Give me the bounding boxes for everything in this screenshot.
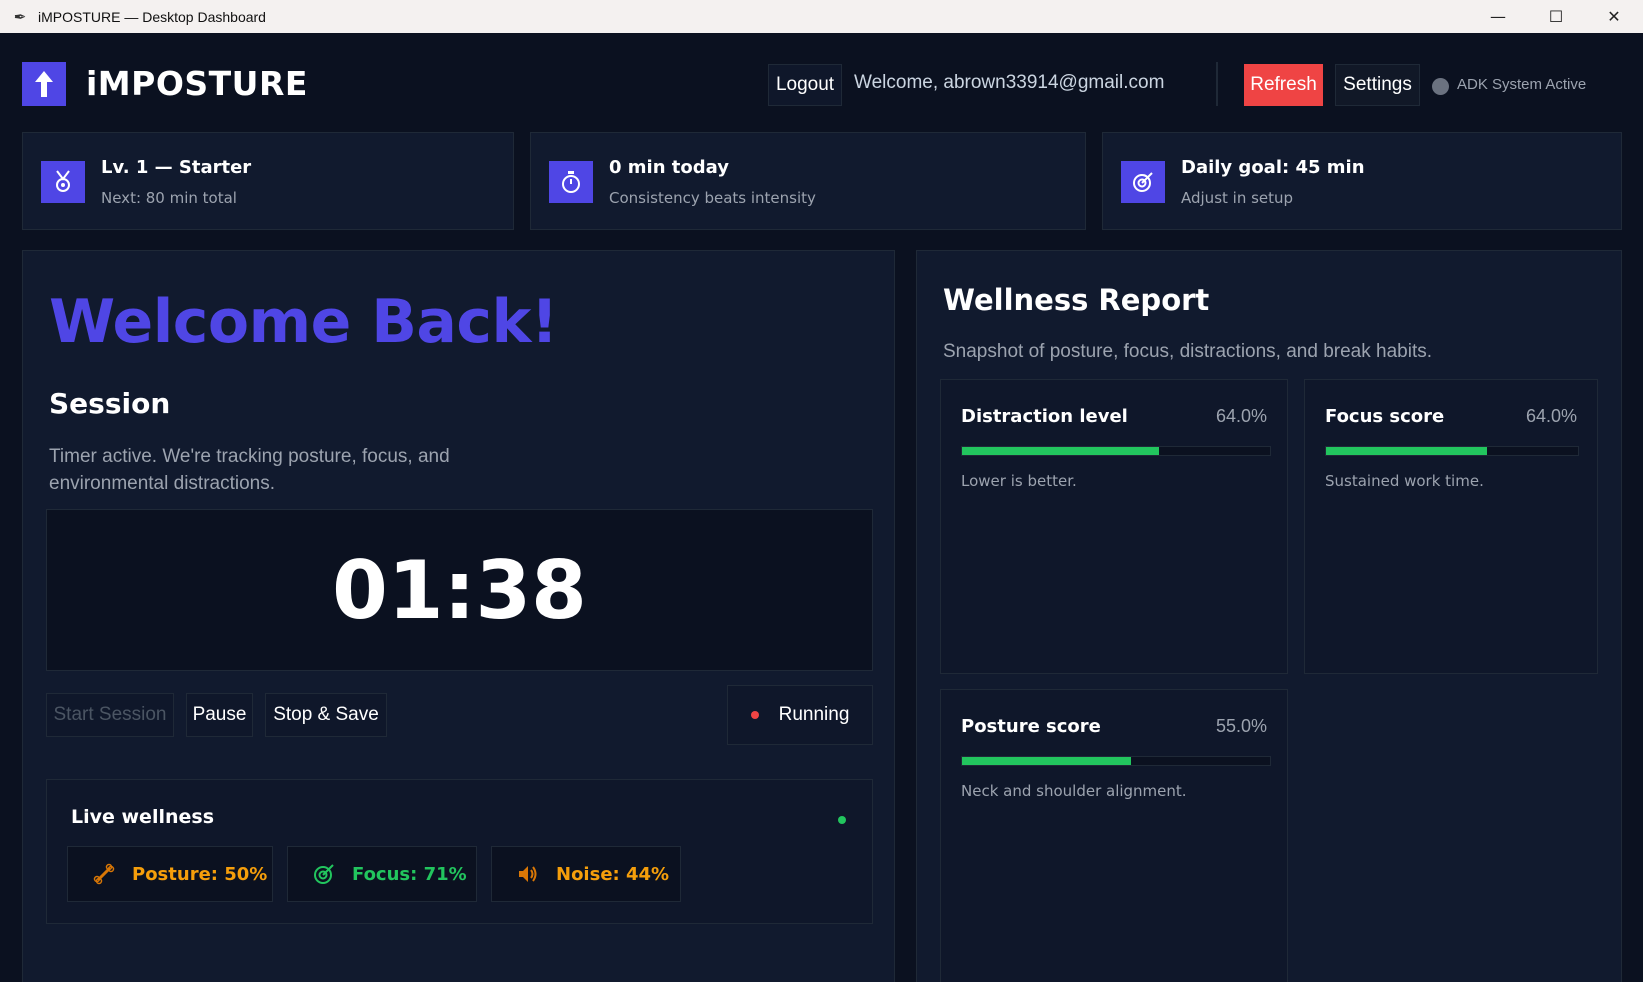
app-logo-text: iMPOSTURE [86,64,308,103]
metric-progress-fill [1326,447,1488,455]
wellness-report-subtitle: Snapshot of posture, focus, distractions… [943,341,1433,362]
stat-subtitle: Next: 80 min total [101,189,237,207]
logout-button[interactable]: Logout [768,64,842,106]
metric-value: 64.0% [1215,406,1267,426]
window-controls: — ☐ ✕ [1469,0,1643,33]
noise-value: Noise: 44% [556,863,670,885]
metric-note: Neck and shoulder alignment. [961,782,1187,800]
stat-card-level: Lv. 1 — Starter Next: 80 min total [22,132,514,230]
metric-progress-fill [962,447,1160,455]
metric-card-posture: Posture score 55.0% Neck and shoulder al… [940,689,1288,982]
session-status-text: Running [778,704,850,725]
window-title: iMPOSTURE — Desktop Dashboard [38,8,266,25]
adk-status-indicator [1432,78,1449,95]
metric-name: Focus score [1325,406,1445,427]
metric-progress-fill [962,757,1132,765]
stat-title: Daily goal: 45 min [1181,157,1365,178]
welcome-user-text: Welcome, abrown33914@gmail.com [854,72,1165,93]
wellness-report-title: Wellness Report [943,283,1210,317]
session-timer: 01:38 [332,543,587,637]
stat-card-goal: Daily goal: 45 min Adjust in setup [1102,132,1622,230]
session-title: Session [49,387,171,420]
metric-note: Lower is better. [961,472,1077,490]
adk-status-text: ADK System Active [1457,76,1587,93]
noise-pill: Noise: 44% [491,846,681,902]
metric-note: Sustained work time. [1325,472,1484,490]
bone-icon [92,862,116,886]
session-status-badge: Running [727,685,873,745]
logo-icon [22,62,66,106]
session-description: Timer active. We're tracking posture, fo… [49,446,450,494]
target-icon [312,862,336,886]
stop-and-save-button[interactable]: Stop & Save [265,693,387,737]
metric-value: 55.0% [1215,716,1267,736]
stat-card-today: 0 min today Consistency beats intensity [530,132,1086,230]
posture-pill: Posture: 50% [67,846,273,902]
refresh-button[interactable]: Refresh [1244,64,1323,106]
metric-progress-bar [1325,446,1579,456]
focus-pill: Focus: 71% [287,846,477,902]
stat-subtitle: Consistency beats intensity [609,189,816,207]
metric-name: Posture score [961,716,1101,737]
metric-name: Distraction level [961,406,1128,427]
maximize-button[interactable]: ☐ [1527,0,1585,33]
session-panel: Welcome Back! Session Timer active. We'r… [22,250,895,982]
medal-icon [41,161,85,203]
metric-value: 64.0% [1525,406,1577,426]
feather-icon: ✒ [13,7,27,26]
stopwatch-icon [549,161,593,203]
window-title-bar: ✒ iMPOSTURE — Desktop Dashboard — ☐ ✕ [0,0,1643,33]
metric-card-distraction: Distraction level 64.0% Lower is better. [940,379,1288,674]
stat-title: Lv. 1 — Starter [101,157,252,178]
focus-value: Focus: 71% [352,863,467,885]
stat-subtitle: Adjust in setup [1181,189,1294,207]
posture-value: Posture: 50% [132,863,268,885]
settings-button[interactable]: Settings [1335,64,1420,106]
live-wellness-title: Live wellness [71,806,215,828]
timer-display-box: 01:38 [46,509,873,671]
close-button[interactable]: ✕ [1585,0,1643,33]
stat-title: 0 min today [609,157,729,178]
recording-dot-icon [750,711,759,719]
live-wellness-box: Live wellness Posture: 50% Focus: 71% No… [46,779,873,924]
header-divider [1216,62,1218,106]
target-icon [1121,161,1165,203]
start-session-button[interactable]: Start Session [46,693,174,737]
speaker-icon [516,862,540,886]
pause-button[interactable]: Pause [186,693,253,737]
wellness-report-panel: Wellness Report Snapshot of posture, foc… [916,250,1622,982]
minimize-button[interactable]: — [1469,0,1527,33]
metric-progress-bar [961,756,1271,766]
live-indicator-dot [838,816,846,824]
metric-progress-bar [961,446,1271,456]
welcome-heading: Welcome Back! [49,287,558,357]
metric-card-focus: Focus score 64.0% Sustained work time. [1304,379,1598,674]
